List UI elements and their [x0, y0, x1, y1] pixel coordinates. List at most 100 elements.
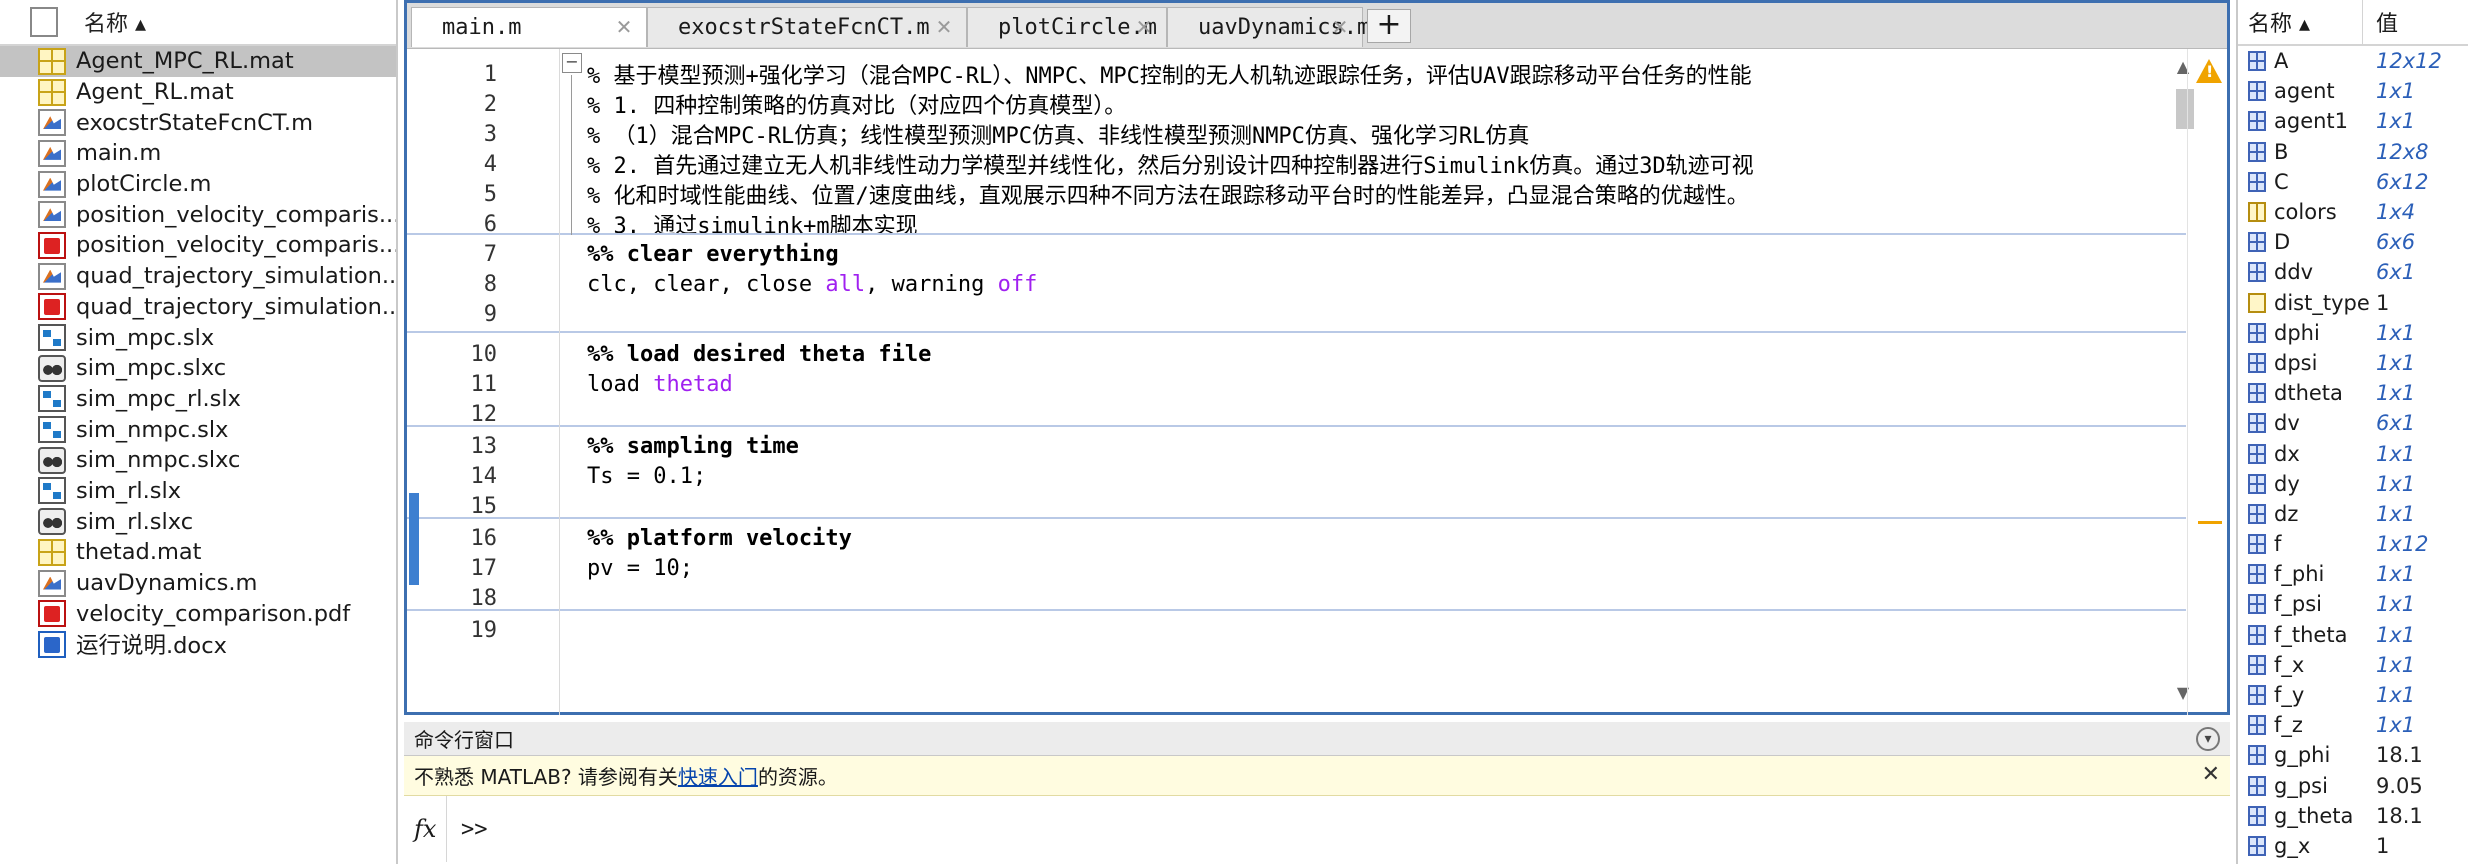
new-tab-button[interactable]: +	[1367, 9, 1411, 43]
file-item[interactable]: uavDynamics.m	[0, 568, 396, 599]
variable-row[interactable]: dx 1x1	[2238, 438, 2468, 468]
file-item[interactable]: plotCircle.m	[0, 169, 396, 200]
variable-row[interactable]: dist_type 1	[2238, 288, 2468, 318]
fold-toggle-icon[interactable]: −	[562, 53, 582, 73]
close-tab-icon[interactable]: ✕	[1328, 15, 1352, 39]
variable-row[interactable]: f_y 1x1	[2238, 680, 2468, 710]
tab-plotCircle[interactable]: plotCircle.m ✕	[967, 7, 1167, 47]
variable-row[interactable]: f 1x12	[2238, 529, 2468, 559]
line-number[interactable]: 18	[407, 586, 498, 611]
variable-row[interactable]: dy 1x1	[2238, 469, 2468, 499]
file-item[interactable]: position_velocity_comparis...	[0, 230, 396, 261]
tab-uavDynamics[interactable]: uavDynamics.m ✕	[1167, 7, 1370, 47]
variable-row[interactable]: g_theta 18.1	[2238, 801, 2468, 831]
variable-row[interactable]: dz 1x1	[2238, 499, 2468, 529]
variable-row[interactable]: g_psi 9.05	[2238, 771, 2468, 801]
file-item[interactable]: quad_trajectory_simulation....	[0, 292, 396, 323]
function-browser-icon[interactable]: fx	[414, 815, 446, 843]
command-prompt[interactable]: fx >>	[404, 796, 2230, 862]
variable-row[interactable]: dtheta 1x1	[2238, 378, 2468, 408]
line-number[interactable]: 9	[407, 302, 497, 327]
line-number[interactable]: 15	[407, 494, 498, 519]
code-line[interactable]: 5 % 化和时域性能曲线、位置/速度曲线，直观展示四种不同方法在跟踪移动平台时的性…	[407, 179, 2186, 210]
variable-row[interactable]: ddv 6x1	[2238, 257, 2468, 287]
variable-row[interactable]: f_x 1x1	[2238, 650, 2468, 680]
file-item[interactable]: exocstrStateFcnCT.m	[0, 107, 396, 138]
warning-icon[interactable]: !	[2196, 59, 2222, 83]
getting-started-link[interactable]: 快速入门	[678, 761, 758, 790]
column-divider[interactable]	[2362, 0, 2363, 46]
variable-row[interactable]: C 6x12	[2238, 167, 2468, 197]
line-number[interactable]: 11	[407, 372, 498, 397]
variable-row[interactable]: dpsi 1x1	[2238, 348, 2468, 378]
code-line[interactable]: 14 Ts = 0.1;	[407, 461, 2186, 491]
file-item[interactable]: quad_trajectory_simulation....	[0, 261, 396, 292]
close-tab-icon[interactable]: ✕	[612, 15, 636, 39]
variable-row[interactable]: B 12x8	[2238, 137, 2468, 167]
name-column-header[interactable]: 名称 ▴	[2248, 6, 2310, 38]
variable-row[interactable]: colors 1x4	[2238, 197, 2468, 227]
tab-main[interactable]: main.m ✕	[411, 7, 647, 47]
variable-row[interactable]: f_z 1x1	[2238, 710, 2468, 740]
code-line[interactable]: 8 clc, clear, close all, warning off	[407, 269, 2186, 299]
file-item[interactable]: sim_nmpc.slx	[0, 414, 396, 445]
variable-row[interactable]: g_phi 18.1	[2238, 740, 2468, 770]
line-number[interactable]: 10	[407, 342, 498, 367]
close-tab-icon[interactable]: ✕	[1132, 15, 1156, 39]
code-area[interactable]: 1 % 基于模型预测+强化学习（混合MPC-RL）、NMPC、MPC控制的无人机轨…	[407, 49, 2186, 715]
value-column-header[interactable]: 值	[2376, 6, 2398, 38]
file-item[interactable]: sim_mpc_rl.slx	[0, 384, 396, 415]
variable-row[interactable]: g_x 1	[2238, 831, 2468, 861]
file-item[interactable]: Agent_RL.mat	[0, 77, 396, 108]
line-number[interactable]: 19	[407, 618, 498, 643]
variable-row[interactable]: f_phi 1x1	[2238, 559, 2468, 589]
code-line[interactable]: 11 load thetad	[407, 369, 2186, 399]
line-number[interactable]: 1	[407, 62, 497, 87]
line-number[interactable]: 13	[407, 434, 498, 459]
code-line[interactable]: 13 %% sampling time	[407, 431, 2186, 461]
code-line[interactable]: 7 %% clear everything	[407, 239, 2186, 269]
panel-options-icon[interactable]: ▾	[2196, 727, 2220, 751]
variable-row[interactable]: f_theta 1x1	[2238, 620, 2468, 650]
code-line[interactable]: 9	[407, 299, 2186, 329]
variable-row[interactable]: D 6x6	[2238, 227, 2468, 257]
code-line[interactable]: 17 pv = 10;	[407, 553, 2186, 583]
line-number[interactable]: 12	[407, 402, 498, 427]
name-column-header[interactable]: 名称 ▴	[84, 6, 146, 38]
variable-row[interactable]: agent1 1x1	[2238, 106, 2468, 136]
tab-exocstrStateFcnCT[interactable]: exocstrStateFcnCT.m ✕	[647, 7, 967, 47]
line-number[interactable]: 16	[407, 526, 498, 551]
editor-scrollbar[interactable]: ▲ ▼	[2176, 49, 2194, 715]
variable-row[interactable]: A 12x12	[2238, 46, 2468, 76]
variable-row[interactable]: dv 6x1	[2238, 408, 2468, 438]
close-tab-icon[interactable]: ✕	[932, 15, 956, 39]
code-line[interactable]: 1 % 基于模型预测+强化学习（混合MPC-RL）、NMPC、MPC控制的无人机轨…	[407, 59, 2186, 90]
code-line[interactable]: 3 % （1）混合MPC-RL仿真；线性模型预测MPC仿真、非线性模型预测NMPC…	[407, 119, 2186, 150]
variable-row[interactable]: f_psi 1x1	[2238, 589, 2468, 619]
line-number[interactable]: 17	[407, 556, 498, 581]
variable-row[interactable]: dphi 1x1	[2238, 318, 2468, 348]
code-line[interactable]: 16 %% platform velocity	[407, 523, 2186, 553]
file-item[interactable]: thetad.mat	[0, 537, 396, 568]
warning-marker[interactable]	[2198, 521, 2222, 524]
file-item[interactable]: 运行说明.docx	[0, 629, 396, 660]
file-item[interactable]: sim_rl.slx	[0, 476, 396, 507]
file-item[interactable]: position_velocity_comparis...	[0, 199, 396, 230]
file-item[interactable]: sim_mpc.slx	[0, 322, 396, 353]
line-number[interactable]: 5	[407, 182, 497, 207]
code-line[interactable]: 10 %% load desired theta file	[407, 339, 2186, 369]
file-item[interactable]: velocity_comparison.pdf	[0, 598, 396, 629]
file-item[interactable]: sim_mpc.slxc	[0, 353, 396, 384]
file-item[interactable]: sim_rl.slxc	[0, 506, 396, 537]
code-line[interactable]: 2 % 1. 四种控制策略的仿真对比（对应四个仿真模型）。	[407, 89, 2186, 120]
line-number[interactable]: 7	[407, 242, 497, 267]
line-number[interactable]: 14	[407, 464, 498, 489]
code-line[interactable]: 4 % 2. 首先通过建立无人机非线性动力学模型并线性化，然后分别设计四种控制器进…	[407, 149, 2186, 180]
line-number[interactable]: 3	[407, 122, 497, 147]
code-line[interactable]: 19	[407, 615, 2186, 645]
dismiss-notice-icon[interactable]: ✕	[2202, 762, 2220, 787]
file-list-header[interactable]: 名称 ▴	[0, 0, 396, 46]
line-number[interactable]: 8	[407, 272, 497, 297]
line-number[interactable]: 2	[407, 92, 497, 117]
file-item[interactable]: Agent_MPC_RL.mat	[0, 46, 396, 77]
